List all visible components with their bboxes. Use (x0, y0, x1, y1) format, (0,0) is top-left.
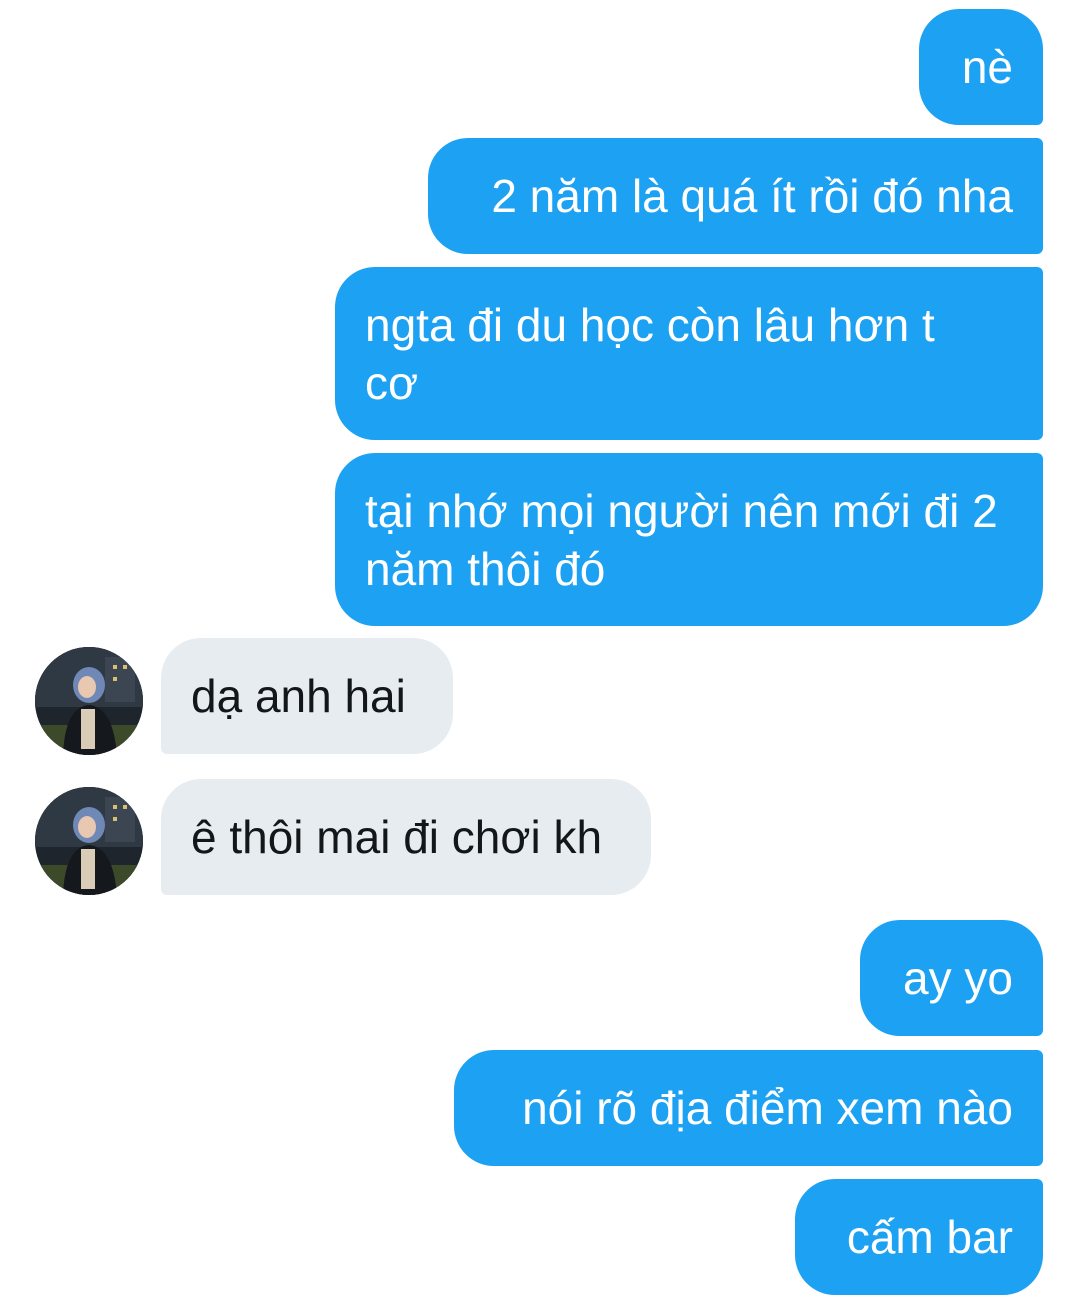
message-bubble-sent[interactable]: ay yo (860, 920, 1043, 1036)
message-bubble-received[interactable]: dạ anh hai (161, 638, 453, 754)
message-text: ngta đi du học còn lâu hơn t cơ (365, 298, 935, 409)
message-text: tại nhớ mọi người nên mới đi 2 năm thôi … (365, 484, 998, 595)
message-text: nè (961, 41, 1013, 93)
message-text: cấm bar (846, 1211, 1013, 1263)
avatar-photo-icon (35, 647, 143, 755)
message-bubble-sent[interactable]: 2 năm là quá ít rồi đó nha (428, 138, 1043, 254)
message-text: nói rõ địa điểm xem nào (522, 1082, 1013, 1134)
message-bubble-sent[interactable]: nè (919, 9, 1043, 125)
message-text: dạ anh hai (191, 670, 406, 722)
message-bubble-sent[interactable]: ngta đi du học còn lâu hơn t cơ (335, 267, 1043, 440)
message-text: ê thôi mai đi chơi kh (191, 811, 603, 863)
message-text: ay yo (903, 952, 1013, 1004)
message-text: 2 năm là quá ít rồi đó nha (491, 170, 1013, 222)
message-bubble-sent[interactable]: nói rõ địa điểm xem nào (454, 1050, 1043, 1166)
message-bubble-received[interactable]: ê thôi mai đi chơi kh (161, 779, 651, 895)
avatar-photo-icon (35, 787, 143, 895)
message-bubble-sent[interactable]: tại nhớ mọi người nên mới đi 2 năm thôi … (335, 453, 1043, 626)
contact-avatar[interactable] (35, 787, 143, 895)
message-bubble-sent[interactable]: cấm bar (795, 1179, 1043, 1295)
contact-avatar[interactable] (35, 647, 143, 755)
